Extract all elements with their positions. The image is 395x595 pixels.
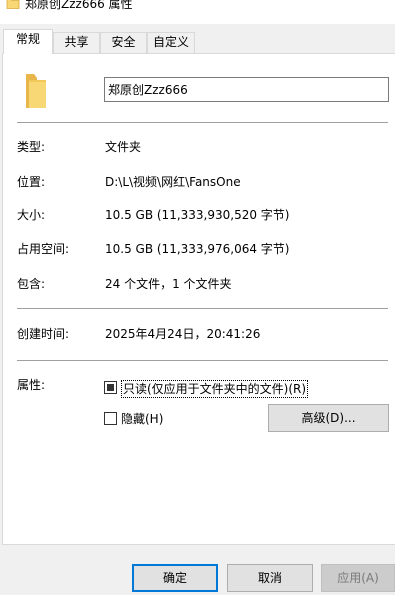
- created-value: 2025年4月24日，20:41:26: [105, 327, 261, 341]
- hidden-checkbox-box[interactable]: [104, 412, 117, 425]
- window-title: 郑原创Zzz666 属性: [25, 0, 133, 11]
- location-value: D:\L\视频\网红\FansOne: [105, 175, 241, 189]
- readonly-checkbox-label[interactable]: 只读(仅应用于文件夹中的文件)(R): [121, 380, 309, 398]
- folder-icon: [26, 74, 46, 108]
- hidden-checkbox-label[interactable]: 隐藏(H): [121, 411, 163, 427]
- separator: [17, 308, 388, 309]
- contains-label: 包含:: [17, 277, 46, 291]
- ok-button[interactable]: 确定: [132, 564, 218, 592]
- apply-button[interactable]: 应用(A): [321, 564, 395, 592]
- tab-security[interactable]: 安全: [100, 32, 147, 53]
- size-on-disk-label: 占用空间:: [17, 242, 70, 256]
- size-value: 10.5 GB (11,333,930,520 字节): [105, 208, 290, 222]
- separator: [17, 122, 388, 123]
- tab-sharing[interactable]: 共享: [53, 32, 100, 53]
- folder-icon: [6, 0, 20, 9]
- cancel-button[interactable]: 取消: [227, 564, 313, 592]
- size-label: 大小:: [17, 208, 46, 222]
- advanced-button[interactable]: 高级(D)...: [268, 404, 389, 432]
- type-value: 文件夹: [105, 140, 142, 154]
- readonly-checkbox-box[interactable]: [104, 381, 117, 394]
- tab-customize[interactable]: 自定义: [147, 32, 195, 53]
- tab-general[interactable]: 常规: [3, 29, 53, 54]
- size-on-disk-value: 10.5 GB (11,333,976,064 字节): [105, 242, 290, 256]
- general-panel: [2, 53, 395, 545]
- attributes-label: 属性:: [17, 378, 46, 392]
- folder-name-input[interactable]: [104, 77, 389, 102]
- separator: [17, 360, 388, 361]
- contains-value: 24 个文件，1 个文件夹: [105, 277, 232, 291]
- created-label: 创建时间:: [17, 327, 70, 341]
- type-label: 类型:: [17, 140, 46, 154]
- location-label: 位置:: [17, 175, 46, 189]
- title-bar: 郑原创Zzz666 属性: [0, 0, 395, 24]
